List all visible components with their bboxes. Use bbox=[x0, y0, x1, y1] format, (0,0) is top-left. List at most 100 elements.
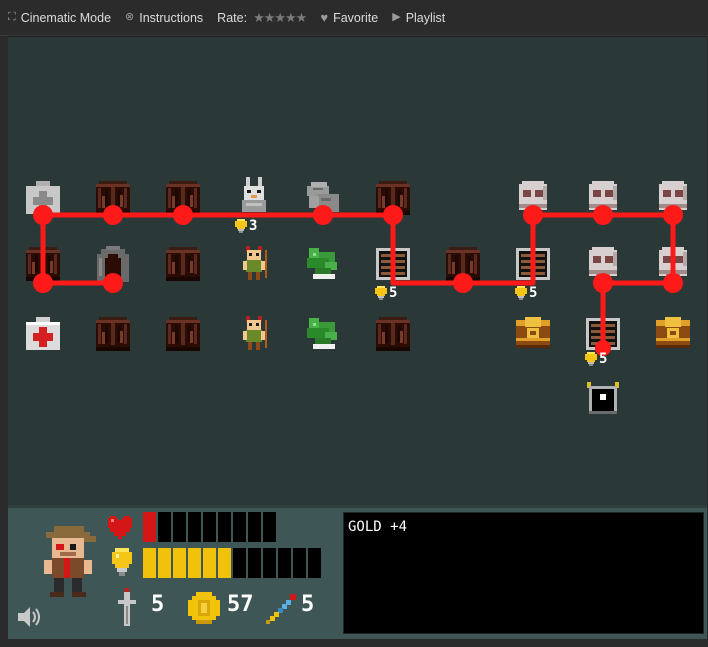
instructions-button[interactable]: ⊗ Instructions bbox=[125, 11, 203, 25]
health-bar bbox=[143, 512, 278, 542]
skull-icon bbox=[583, 178, 623, 218]
gate-icon bbox=[373, 244, 413, 284]
tile-rabbit[interactable] bbox=[234, 176, 274, 216]
tile-skull[interactable] bbox=[583, 178, 623, 218]
bar-segment-empty bbox=[158, 512, 171, 542]
tile-skull[interactable] bbox=[653, 244, 693, 284]
door-icon bbox=[163, 244, 203, 284]
bar-segment-empty bbox=[233, 512, 246, 542]
door-icon bbox=[163, 314, 203, 354]
tile-door[interactable] bbox=[443, 244, 483, 284]
medkit-icon bbox=[23, 178, 63, 218]
tile-archway[interactable] bbox=[93, 244, 133, 284]
frame-bottom bbox=[0, 639, 708, 647]
bar-segment-empty bbox=[248, 512, 261, 542]
heart-icon: ♥ bbox=[320, 10, 329, 25]
heart-icon bbox=[108, 516, 132, 539]
door-icon bbox=[373, 178, 413, 218]
light-cost: 5 bbox=[585, 351, 607, 367]
instructions-label: Instructions bbox=[139, 10, 204, 25]
skull-icon bbox=[583, 244, 623, 284]
bar-segment-empty bbox=[248, 548, 261, 578]
tile-rubble[interactable] bbox=[303, 178, 343, 218]
tile-medkit-used[interactable] bbox=[23, 178, 63, 218]
tile-skull[interactable] bbox=[653, 178, 693, 218]
skull-icon bbox=[653, 244, 693, 284]
door-icon bbox=[443, 244, 483, 284]
sword-icon bbox=[118, 588, 136, 626]
tile-goblin[interactable] bbox=[234, 314, 274, 354]
rating: Rate: ★★★★★ bbox=[217, 10, 307, 26]
magic-value: 5 bbox=[301, 592, 315, 617]
tile-exit[interactable] bbox=[583, 378, 623, 418]
bar-segment-filled bbox=[143, 512, 156, 542]
lightbulb-icon bbox=[585, 352, 597, 366]
goblin-icon bbox=[234, 244, 274, 284]
tile-door[interactable] bbox=[373, 178, 413, 218]
tile-goblin[interactable] bbox=[234, 244, 274, 284]
message-log: GOLD +4 bbox=[343, 512, 704, 634]
bar-segment-empty bbox=[263, 548, 276, 578]
bar-segment-empty bbox=[293, 548, 306, 578]
light-bar bbox=[143, 548, 323, 578]
tile-skull[interactable] bbox=[583, 244, 623, 284]
tile-gate[interactable] bbox=[583, 314, 623, 354]
tile-skull[interactable] bbox=[513, 178, 553, 218]
tile-door[interactable] bbox=[163, 178, 203, 218]
bar-segment-filled bbox=[173, 548, 186, 578]
bar-segment-empty bbox=[218, 512, 231, 542]
rate-label: Rate: bbox=[217, 10, 248, 25]
rating-stars[interactable]: ★★★★★ bbox=[253, 10, 307, 26]
plant-icon bbox=[303, 314, 343, 354]
bar-segment-filled bbox=[158, 548, 171, 578]
wand-icon bbox=[266, 594, 296, 624]
rabbit-icon bbox=[234, 176, 274, 216]
tile-chest[interactable] bbox=[513, 314, 553, 354]
tile-medkit[interactable] bbox=[23, 314, 63, 354]
skull-icon bbox=[513, 178, 553, 218]
gate-icon bbox=[583, 314, 623, 354]
play-icon: ▶ bbox=[392, 11, 401, 23]
bar-segment-filled bbox=[188, 548, 201, 578]
cinematic-mode-label: Cinematic Mode bbox=[20, 10, 112, 25]
tile-plant[interactable] bbox=[303, 314, 343, 354]
light-cost: 3 bbox=[235, 218, 257, 234]
tile-door[interactable] bbox=[373, 314, 413, 354]
playlist-button[interactable]: ▶ Playlist bbox=[392, 11, 445, 25]
tile-door[interactable] bbox=[93, 178, 133, 218]
tile-door[interactable] bbox=[93, 314, 133, 354]
bar-segment-empty bbox=[188, 512, 201, 542]
speaker-icon[interactable] bbox=[16, 604, 42, 630]
chest-icon bbox=[513, 314, 553, 354]
playlist-label: Playlist bbox=[405, 10, 446, 25]
bar-segment-empty bbox=[203, 512, 216, 542]
skull-icon bbox=[653, 178, 693, 218]
fullscreen-icon: ⛶ bbox=[8, 11, 16, 23]
goblin-icon bbox=[234, 314, 274, 354]
medkit-icon bbox=[23, 314, 63, 354]
lightbulb-icon bbox=[235, 219, 247, 233]
game-board[interactable]: 3 5 5 5 bbox=[8, 37, 707, 505]
bar-segment-empty bbox=[233, 548, 246, 578]
tile-chest[interactable] bbox=[653, 314, 693, 354]
rubble-icon bbox=[303, 178, 343, 218]
favorite-label: Favorite bbox=[333, 10, 379, 25]
light-cost-value: 5 bbox=[599, 351, 608, 367]
bar-segment-filled bbox=[203, 548, 216, 578]
attack-value: 5 bbox=[151, 592, 165, 617]
tile-gate[interactable] bbox=[373, 244, 413, 284]
path-segment bbox=[40, 212, 676, 351]
tile-plant[interactable] bbox=[303, 244, 343, 284]
light-cost: 5 bbox=[515, 285, 537, 301]
tile-door[interactable] bbox=[163, 244, 203, 284]
cinematic-mode-button[interactable]: ⛶ Cinematic Mode bbox=[8, 11, 111, 25]
help-icon: ⊗ bbox=[125, 11, 135, 23]
tile-door[interactable] bbox=[163, 314, 203, 354]
door-icon bbox=[163, 178, 203, 218]
tile-door[interactable] bbox=[23, 244, 63, 284]
favorite-button[interactable]: ♥ Favorite bbox=[320, 11, 378, 25]
lightbulb-icon bbox=[515, 286, 527, 300]
tile-gate[interactable] bbox=[513, 244, 553, 284]
exit-icon bbox=[583, 378, 623, 418]
bar-segment-filled bbox=[143, 548, 156, 578]
